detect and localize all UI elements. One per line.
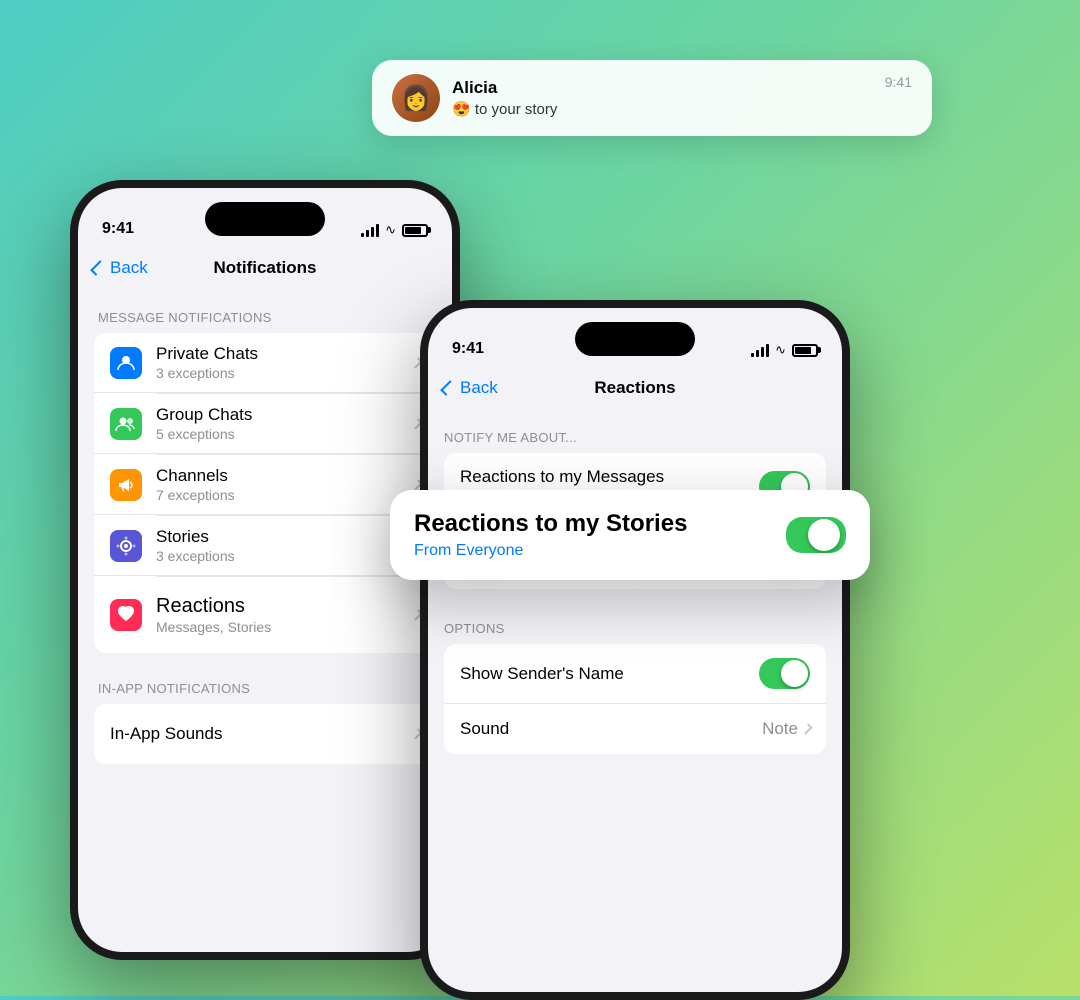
notification-avatar: 👩	[392, 74, 440, 122]
list-item[interactable]: Sound Note	[444, 704, 826, 754]
reactions-content: Reactions Messages, Stories	[156, 595, 400, 635]
stories-title: Stories	[156, 527, 400, 547]
nav-bar-right: Back Reactions	[428, 366, 842, 410]
signal-bars-left	[361, 223, 379, 237]
reactions-messages-title: Reactions to my Messages	[460, 467, 759, 487]
section-header-messages: MESSAGE NOTIFICATIONS	[78, 290, 452, 333]
notification-name: Alicia	[452, 78, 873, 98]
options-section-header: OPTIONS	[428, 605, 842, 644]
reaction-emoji: 😍	[452, 101, 471, 118]
group-icon	[115, 415, 137, 433]
signal-bar-1	[751, 353, 754, 357]
toggle-knob	[781, 660, 808, 687]
group-chats-subtitle: 5 exceptions	[156, 426, 400, 442]
signal-bar-3	[761, 347, 764, 357]
notification-time: 9:41	[885, 74, 912, 90]
stories-card-sub: From Everyone	[414, 542, 687, 560]
status-icons-left: ∿	[361, 222, 428, 238]
list-item[interactable]: Channels 7 exceptions	[94, 455, 436, 515]
notification-content: Alicia 😍 to your story	[452, 78, 873, 118]
group-chats-content: Group Chats 5 exceptions	[156, 405, 400, 442]
stories-svg-icon	[116, 536, 136, 556]
status-time-right: 9:41	[452, 340, 484, 358]
reactions-title: Reactions	[156, 595, 400, 618]
private-chats-icon	[110, 347, 142, 379]
reactions-icon	[110, 599, 142, 631]
inapp-list: In-App Sounds	[94, 704, 436, 764]
toggle-knob	[808, 519, 840, 551]
back-button-left[interactable]: Back	[94, 258, 148, 278]
list-item[interactable]: In-App Sounds	[94, 704, 436, 764]
sound-title: Sound	[460, 719, 762, 739]
dynamic-island-left	[205, 202, 325, 236]
stories-content: Stories 3 exceptions	[156, 527, 400, 564]
list-item[interactable]: Reactions Messages, Stories	[94, 577, 436, 653]
stories-icon	[110, 530, 142, 562]
list-item[interactable]: Show Sender's Name	[444, 644, 826, 704]
battery-icon-left	[402, 224, 428, 237]
list-item[interactable]: Private Chats 3 exceptions	[94, 333, 436, 393]
right-phone-screen: 9:41 ∿ Back Reactions	[428, 308, 842, 992]
notify-section-header: NOTIFY ME ABOUT...	[428, 410, 842, 453]
person-icon	[116, 353, 136, 373]
wifi-icon-right: ∿	[775, 342, 786, 358]
notification-banner: 👩 Alicia 😍 to your story 9:41	[372, 60, 932, 136]
signal-bar-4	[766, 344, 769, 357]
notification-text: to your story	[475, 101, 558, 118]
status-icons-right: ∿	[751, 342, 818, 358]
battery-fill-left	[405, 227, 421, 234]
dynamic-island-right	[575, 322, 695, 356]
heart-icon	[116, 605, 136, 625]
settings-list-messages: Private Chats 3 exceptions	[94, 333, 436, 653]
private-chats-title: Private Chats	[156, 344, 400, 364]
sound-value: Note	[762, 719, 798, 739]
signal-bars-right	[751, 343, 769, 357]
chevron-left-icon	[90, 260, 106, 276]
show-sender-title: Show Sender's Name	[460, 664, 759, 684]
phone-right: 9:41 ∿ Back Reactions	[420, 300, 850, 1000]
nav-bar-left: Back Notifications	[78, 246, 452, 290]
private-chats-content: Private Chats 3 exceptions	[156, 344, 400, 381]
megaphone-icon	[116, 475, 136, 495]
nav-title-right: Reactions	[594, 378, 675, 398]
channels-title: Channels	[156, 466, 400, 486]
stories-card-title: Reactions to my Stories	[414, 510, 687, 538]
chevron-left-icon-right	[440, 380, 456, 396]
private-chats-subtitle: 3 exceptions	[156, 365, 400, 381]
signal-bar-1	[361, 233, 364, 237]
stories-reactions-card: Reactions to my Stories From Everyone	[390, 490, 870, 580]
group-chats-icon	[110, 408, 142, 440]
battery-fill-right	[795, 347, 811, 354]
list-item[interactable]: Stories 3 exceptions	[94, 516, 436, 576]
left-content-area: MESSAGE NOTIFICATIONS Private Chats	[78, 290, 452, 952]
channels-content: Channels 7 exceptions	[156, 466, 400, 503]
section-header-inapp: IN-APP NOTIFICATIONS	[78, 661, 452, 704]
chevron-right-sound	[801, 723, 812, 734]
stories-card-content: Reactions to my Stories From Everyone	[414, 510, 687, 560]
nav-title-left: Notifications	[214, 258, 317, 278]
group-chats-title: Group Chats	[156, 405, 400, 425]
stories-card-toggle[interactable]	[786, 517, 846, 553]
signal-bar-4	[376, 224, 379, 237]
status-time-left: 9:41	[102, 220, 134, 238]
signal-bar-2	[366, 230, 369, 237]
channels-subtitle: 7 exceptions	[156, 487, 400, 503]
back-button-right[interactable]: Back	[444, 378, 498, 398]
channels-icon	[110, 469, 142, 501]
wifi-icon-left: ∿	[385, 222, 396, 238]
reactions-subtitle: Messages, Stories	[156, 619, 400, 635]
inapp-sounds-content: In-App Sounds	[110, 724, 400, 744]
signal-bar-2	[756, 350, 759, 357]
inapp-sounds-title: In-App Sounds	[110, 724, 400, 744]
back-label-left: Back	[110, 258, 148, 278]
back-label-right: Back	[460, 378, 498, 398]
stories-subtitle: 3 exceptions	[156, 548, 400, 564]
options-list: Show Sender's Name Sound Note	[444, 644, 826, 754]
notification-message: 😍 to your story	[452, 100, 873, 118]
signal-bar-3	[371, 227, 374, 237]
list-item[interactable]: Group Chats 5 exceptions	[94, 394, 436, 454]
show-sender-toggle[interactable]	[759, 658, 810, 689]
battery-icon-right	[792, 344, 818, 357]
